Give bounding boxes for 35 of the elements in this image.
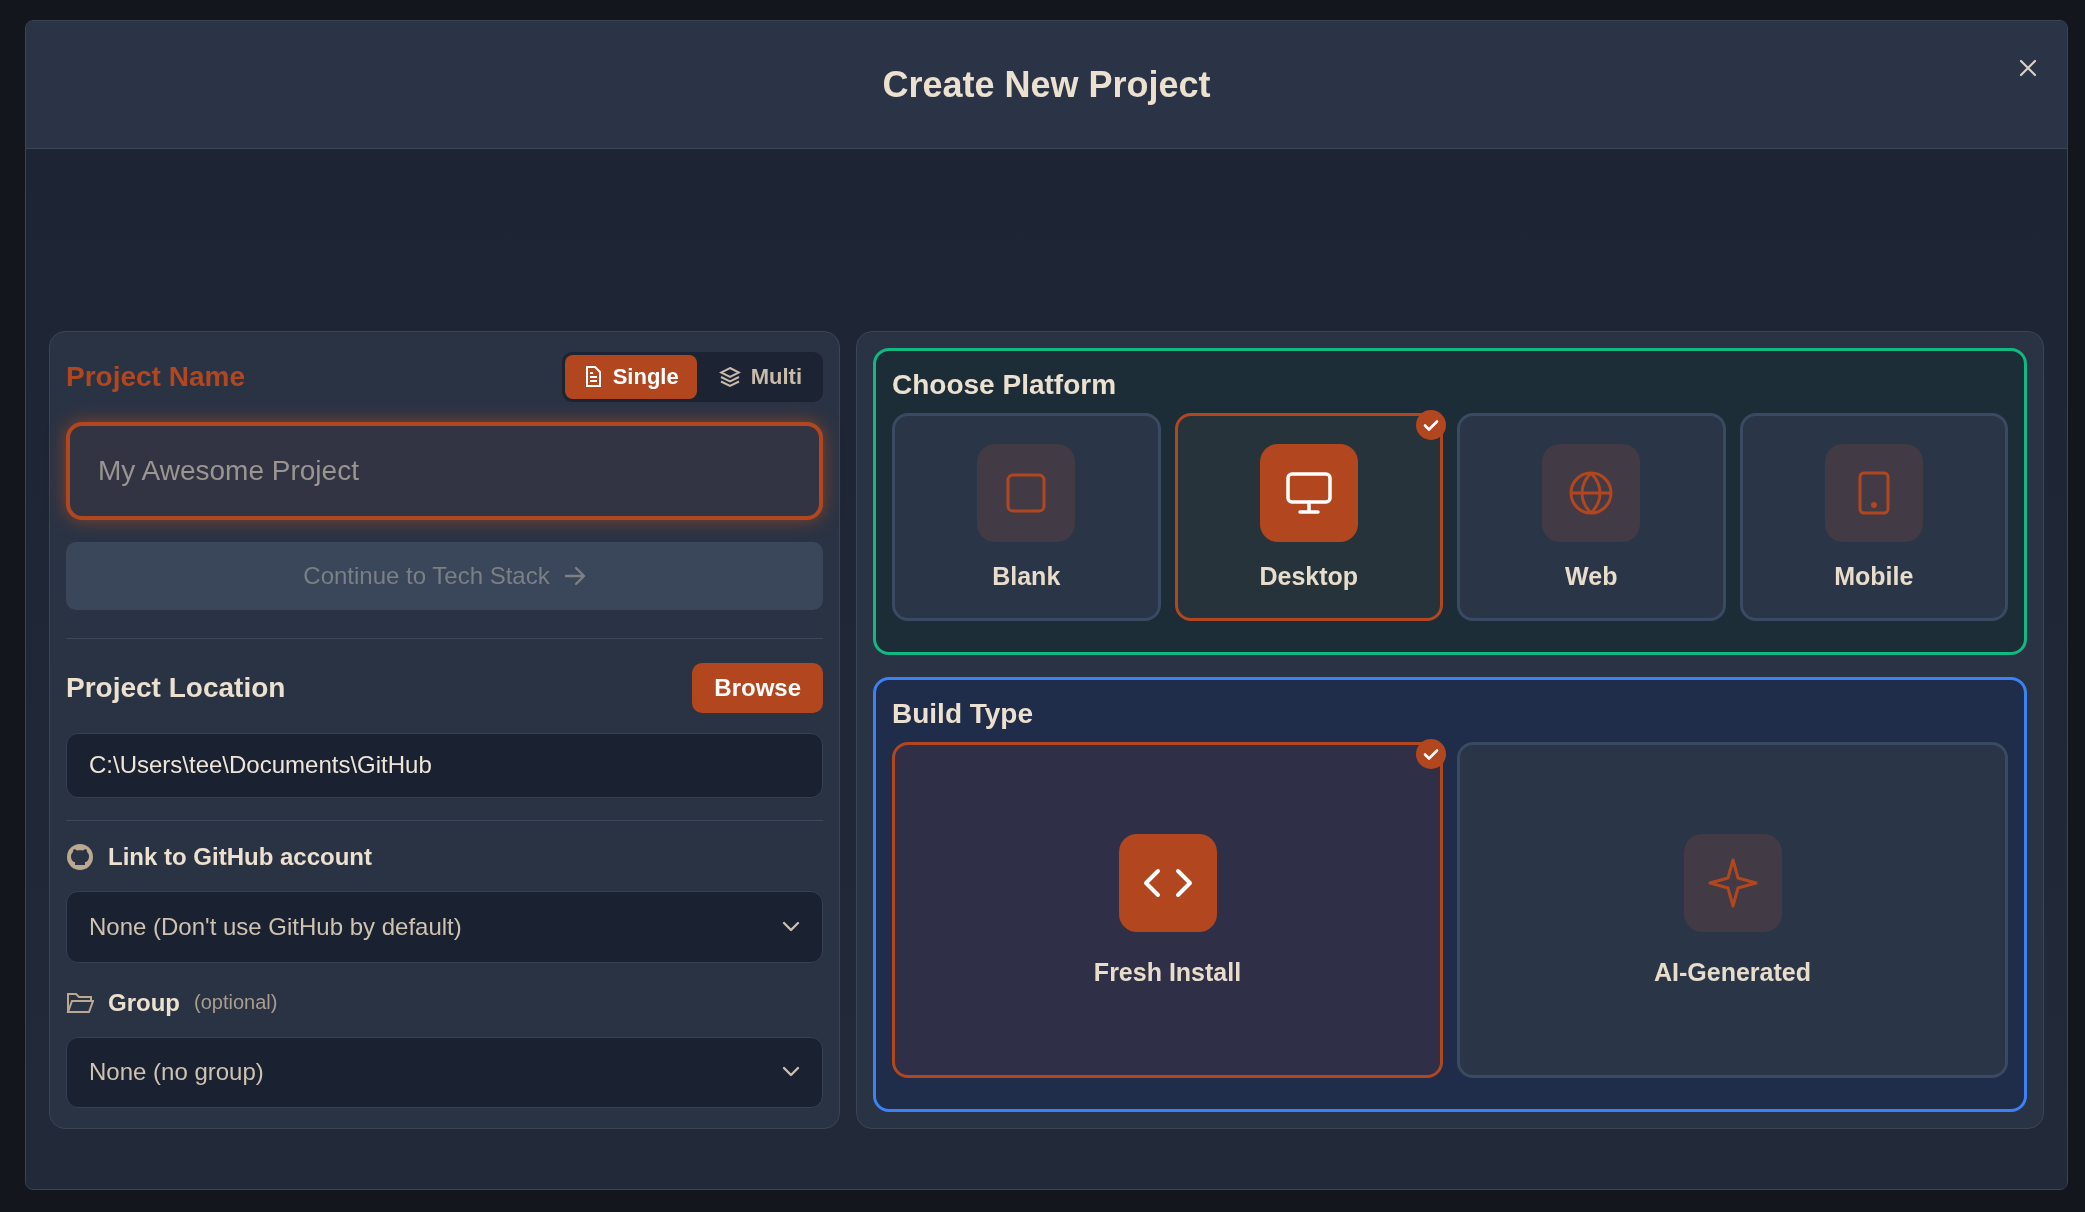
optional-hint: (optional) xyxy=(194,991,278,1015)
option-card[interactable]: AI-Generated xyxy=(1457,742,2008,1078)
mode-tab[interactable]: Single xyxy=(564,355,697,399)
layers-icon xyxy=(718,366,741,388)
sparkle-icon xyxy=(1707,857,1758,908)
square-icon xyxy=(1005,471,1048,514)
option-card[interactable]: Desktop xyxy=(1174,413,1443,621)
mode-tab[interactable]: Multi xyxy=(700,355,820,399)
folder-icon xyxy=(66,990,94,1015)
github-account-dropdown[interactable]: None (Don't use GitHub by default) xyxy=(66,891,823,963)
check-badge-icon xyxy=(1416,739,1446,769)
browse-button[interactable]: Browse xyxy=(692,662,823,713)
section-label: Project Location xyxy=(66,671,286,704)
check-badge-icon xyxy=(1416,410,1446,440)
tablet-icon xyxy=(1856,469,1891,516)
github-icon xyxy=(66,843,94,872)
close-icon[interactable] xyxy=(2019,59,2037,77)
monitor-icon xyxy=(1284,470,1333,515)
section-title: Build Type xyxy=(892,698,1035,730)
chevron-down-icon xyxy=(782,1066,800,1079)
path-field[interactable]: C:\Users\tee\Documents\GitHub xyxy=(66,732,823,799)
option-card[interactable]: Blank xyxy=(892,413,1161,621)
dialog-title: Create New Project xyxy=(882,63,1211,106)
field-label: Link to GitHub account xyxy=(108,843,372,872)
arrow-right-icon xyxy=(563,565,586,586)
section-title: Choose Platform xyxy=(892,369,1118,401)
group-dropdown[interactable]: None (no group) xyxy=(66,1036,823,1108)
chevron-down-icon xyxy=(782,920,800,933)
field-label: Project Name xyxy=(66,361,245,393)
project-name-input[interactable]: My Awesome Project xyxy=(66,422,823,521)
option-card[interactable]: Fresh Install xyxy=(892,742,1443,1078)
option-card[interactable]: Web xyxy=(1457,413,1726,621)
option-card[interactable]: Mobile xyxy=(1739,413,2008,621)
code-icon xyxy=(1141,866,1194,899)
field-label: Group xyxy=(108,988,180,1017)
